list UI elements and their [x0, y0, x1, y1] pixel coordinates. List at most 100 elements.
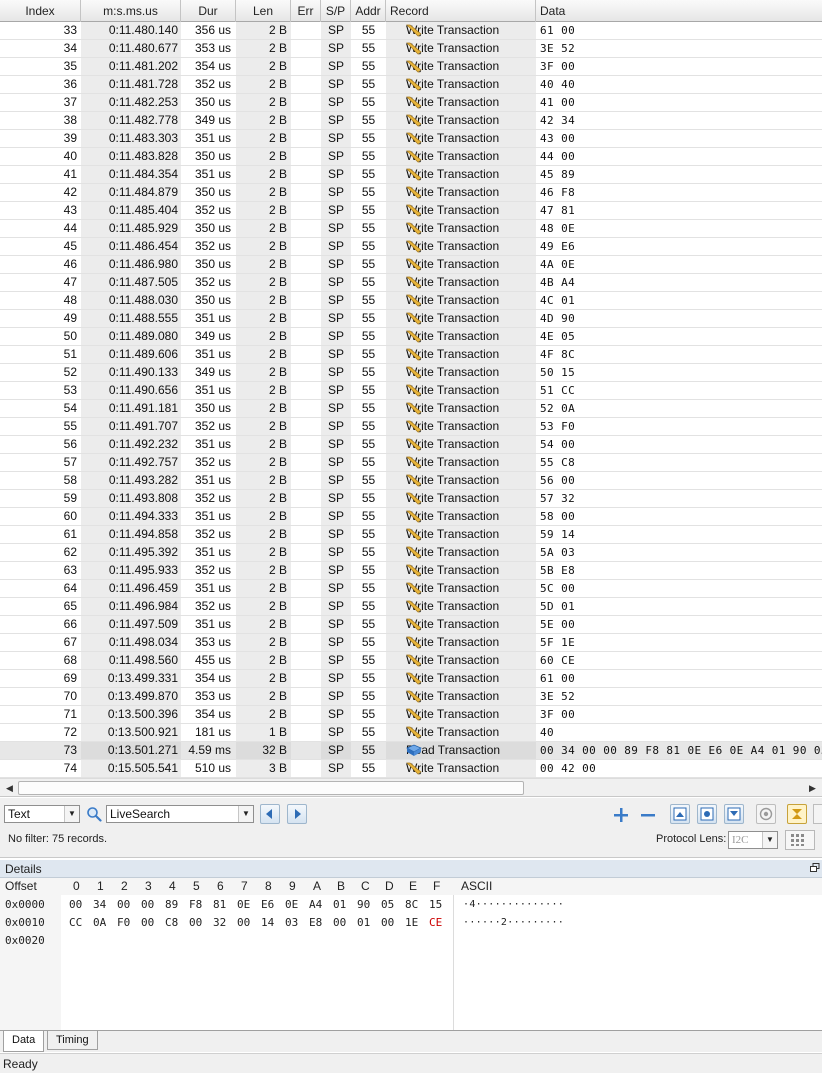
table-row[interactable]: 37 0:11.482.253 350 us 2 B SP 55 Write Transac… [0, 94, 822, 112]
table-row[interactable]: 54 0:11.491.181 350 us 2 B SP 55 Write Transac… [0, 400, 822, 418]
table-row[interactable]: 50 0:11.489.080 349 us 2 B SP 55 Write Transac… [0, 328, 822, 346]
table-row[interactable]: 39 0:11.483.303 351 us 2 B SP 55 Write Transac… [0, 130, 822, 148]
hex-byte[interactable]: 00 [141, 898, 154, 911]
table-row[interactable]: 35 0:11.481.202 354 us 2 B SP 55 Write Transac… [0, 58, 822, 76]
search-icon[interactable] [86, 806, 102, 822]
table-row[interactable]: 52 0:11.490.133 349 us 2 B SP 55 Write Transac… [0, 364, 822, 382]
table-row[interactable]: 38 0:11.482.778 349 us 2 B SP 55 Write Transac… [0, 112, 822, 130]
ascii-row[interactable]: ······2········· [463, 917, 564, 928]
table-row[interactable]: 63 0:11.495.933 352 us 2 B SP 55 Write Transac… [0, 562, 822, 580]
hex-byte[interactable]: 0A [93, 916, 106, 929]
go-first-button[interactable] [670, 804, 690, 824]
hex-byte[interactable]: C8 [165, 916, 178, 929]
collapse-button[interactable] [787, 804, 807, 824]
table-row[interactable]: 41 0:11.484.354 351 us 2 B SP 55 Write Transac… [0, 166, 822, 184]
chevron-down-icon[interactable]: ▼ [762, 832, 777, 848]
hex-byte[interactable]: 03 [285, 916, 298, 929]
table-row[interactable]: 40 0:11.483.828 350 us 2 B SP 55 Write Transac… [0, 148, 822, 166]
hex-byte[interactable]: CC [69, 916, 82, 929]
hex-byte[interactable]: 32 [213, 916, 226, 929]
column-header-dur[interactable]: Dur [181, 0, 236, 22]
hex-byte[interactable]: 00 [237, 916, 250, 929]
go-current-button[interactable] [697, 804, 717, 824]
tab-data[interactable]: Data [3, 1031, 45, 1052]
table-row[interactable]: 34 0:11.480.677 353 us 2 B SP 55 Write Transac… [0, 40, 822, 58]
table-row[interactable]: 42 0:11.484.879 350 us 2 B SP 55 Write Transac… [0, 184, 822, 202]
hex-byte[interactable]: F0 [117, 916, 130, 929]
column-header-sp[interactable]: S/P [321, 0, 351, 22]
ascii-row[interactable]: ·4·············· [463, 899, 564, 910]
table-row[interactable]: 59 0:11.493.808 352 us 2 B SP 55 Write Transac… [0, 490, 822, 508]
grid-view-button[interactable] [785, 830, 815, 850]
search-input[interactable]: LiveSearch ▼ [106, 805, 254, 823]
find-previous-button[interactable] [260, 804, 280, 824]
hex-byte[interactable]: 8C [405, 898, 418, 911]
table-row[interactable]: 45 0:11.486.454 352 us 2 B SP 55 Write Transac… [0, 238, 822, 256]
hex-byte[interactable]: 1E [405, 916, 418, 929]
table-row[interactable]: 72 0:13.500.921 181 us 1 B SP 55 Write Transac… [0, 724, 822, 742]
table-row[interactable]: 44 0:11.485.929 350 us 2 B SP 55 Write Transac… [0, 220, 822, 238]
chevron-down-icon[interactable]: ▼ [64, 806, 79, 822]
column-header-addr[interactable]: Addr [351, 0, 386, 22]
column-header-time[interactable]: m:s.ms.us [81, 0, 181, 22]
column-header-data[interactable]: Data [536, 0, 822, 22]
table-row[interactable]: 61 0:11.494.858 352 us 2 B SP 55 Write Transac… [0, 526, 822, 544]
table-row[interactable]: 57 0:11.492.757 352 us 2 B SP 55 Write Transac… [0, 454, 822, 472]
clear-icon[interactable] [813, 804, 822, 824]
hex-byte[interactable]: 0E [285, 898, 298, 911]
table-row[interactable]: 47 0:11.487.505 352 us 2 B SP 55 Write Transac… [0, 274, 822, 292]
table-row[interactable]: 67 0:11.498.034 353 us 2 B SP 55 Write Transac… [0, 634, 822, 652]
search-mode-select[interactable]: Text ▼ [4, 805, 80, 823]
table-row[interactable]: 74 0:15.505.541 510 us 3 B SP 55 Write Transac… [0, 760, 822, 778]
table-row[interactable]: 51 0:11.489.606 351 us 2 B SP 55 Write Transac… [0, 346, 822, 364]
hex-byte[interactable]: 90 [357, 898, 370, 911]
table-row[interactable]: 36 0:11.481.728 352 us 2 B SP 55 Write Transac… [0, 76, 822, 94]
table-row[interactable]: 69 0:13.499.331 354 us 2 B SP 55 Write Transac… [0, 670, 822, 688]
table-row[interactable]: 73 0:13.501.271 4.59 ms 32 B SP 55 Read Transa… [0, 742, 822, 760]
table-row[interactable]: 65 0:11.496.984 352 us 2 B SP 55 Write Transac… [0, 598, 822, 616]
hex-byte[interactable]: A4 [309, 898, 322, 911]
hex-byte[interactable]: E6 [261, 898, 274, 911]
hex-byte[interactable]: 00 [381, 916, 394, 929]
table-row[interactable]: 70 0:13.499.870 353 us 2 B SP 55 Write Transac… [0, 688, 822, 706]
hex-byte[interactable]: 00 [333, 916, 346, 929]
table-row[interactable]: 58 0:11.493.282 351 us 2 B SP 55 Write Transac… [0, 472, 822, 490]
table-row[interactable]: 33 0:11.480.140 356 us 2 B SP 55 Write Transac… [0, 22, 822, 40]
hex-byte[interactable]: 81 [213, 898, 226, 911]
tab-timing[interactable]: Timing [47, 1031, 98, 1050]
table-row[interactable]: 46 0:11.486.980 350 us 2 B SP 55 Write Transac… [0, 256, 822, 274]
column-header-index[interactable]: Index [0, 0, 81, 22]
hex-byte[interactable]: E8 [309, 916, 322, 929]
hex-byte[interactable]: 05 [381, 898, 394, 911]
table-row[interactable]: 53 0:11.490.656 351 us 2 B SP 55 Write Transac… [0, 382, 822, 400]
chevron-down-icon[interactable]: ▼ [238, 806, 253, 822]
restore-icon[interactable] [810, 863, 820, 873]
hex-byte[interactable]: 89 [165, 898, 178, 911]
protocol-lens-select[interactable]: I2C ▼ [728, 831, 778, 849]
hex-byte[interactable]: F8 [189, 898, 202, 911]
table-row[interactable]: 55 0:11.491.707 352 us 2 B SP 55 Write Transac… [0, 418, 822, 436]
table-row[interactable]: 66 0:11.497.509 351 us 2 B SP 55 Write Transac… [0, 616, 822, 634]
table-row[interactable]: 43 0:11.485.404 352 us 2 B SP 55 Write Transac… [0, 202, 822, 220]
horizontal-scrollbar[interactable]: ◀ ▶ [0, 778, 822, 797]
column-header-len[interactable]: Len [236, 0, 291, 22]
hex-byte[interactable]: 14 [261, 916, 274, 929]
bookmark-button[interactable] [756, 804, 776, 824]
hex-byte[interactable]: CE [429, 916, 442, 929]
table-row[interactable]: 48 0:11.488.030 350 us 2 B SP 55 Write Transac… [0, 292, 822, 310]
table-row[interactable]: 62 0:11.495.392 351 us 2 B SP 55 Write Transac… [0, 544, 822, 562]
table-row[interactable]: 71 0:13.500.396 354 us 2 B SP 55 Write Transac… [0, 706, 822, 724]
find-next-button[interactable] [287, 804, 307, 824]
table-row[interactable]: 56 0:11.492.232 351 us 2 B SP 55 Write Transac… [0, 436, 822, 454]
hex-byte[interactable]: 00 [69, 898, 82, 911]
hex-byte[interactable]: 0E [237, 898, 250, 911]
table-row[interactable]: 60 0:11.494.333 351 us 2 B SP 55 Write Transac… [0, 508, 822, 526]
scroll-right-icon[interactable]: ▶ [804, 780, 821, 796]
remove-filter-button[interactable] [637, 804, 657, 824]
table-row[interactable]: 68 0:11.498.560 455 us 2 B SP 55 Write Transac… [0, 652, 822, 670]
column-header-err[interactable]: Err [291, 0, 321, 22]
scrollbar-thumb[interactable] [18, 781, 524, 795]
hex-byte[interactable]: 01 [333, 898, 346, 911]
add-filter-button[interactable] [610, 804, 630, 824]
hex-byte[interactable]: 34 [93, 898, 106, 911]
